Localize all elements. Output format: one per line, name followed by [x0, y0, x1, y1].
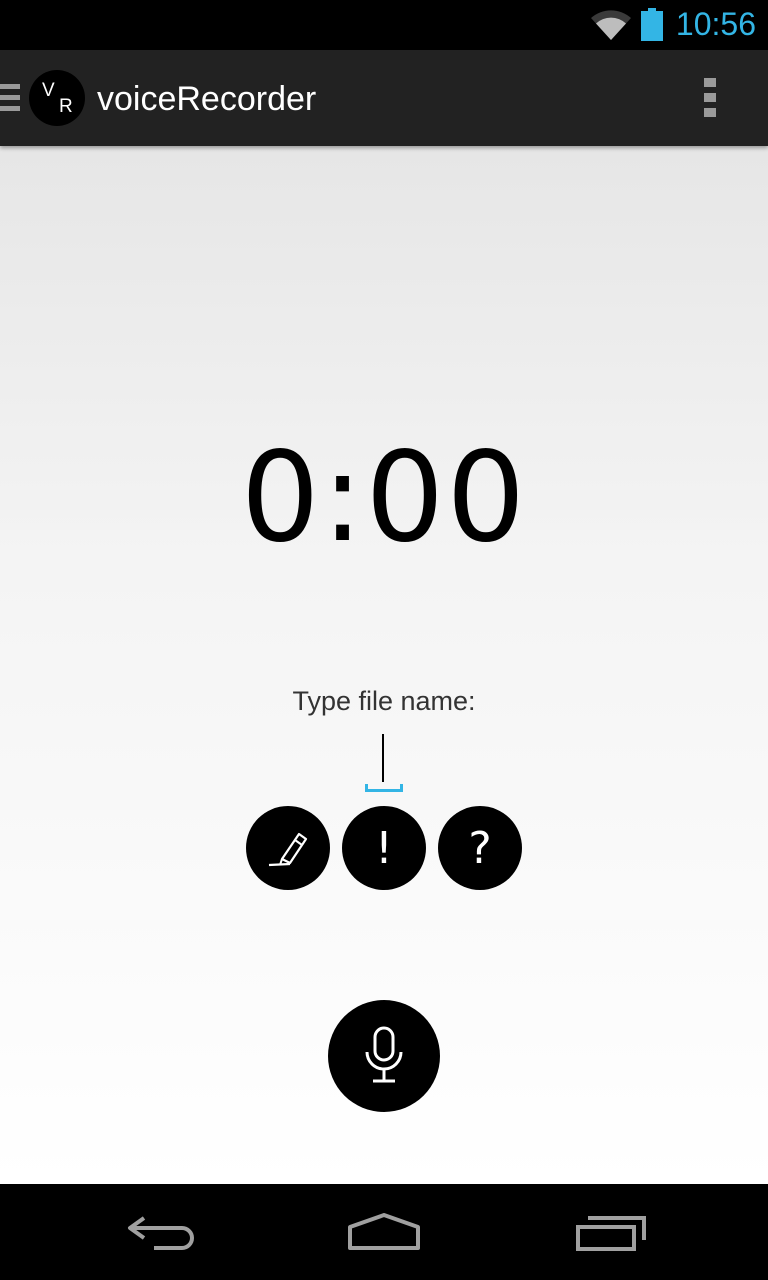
battery-icon — [641, 8, 663, 41]
help-button[interactable]: ? — [438, 806, 522, 890]
record-button[interactable] — [328, 1000, 440, 1112]
app-logo[interactable]: V R — [29, 70, 85, 126]
input-underline — [365, 784, 403, 792]
navigation-bar — [0, 1184, 768, 1280]
status-clock: 10:56 — [675, 6, 756, 42]
status-bar: 10:56 — [0, 0, 768, 50]
important-button[interactable]: ! — [342, 806, 426, 890]
app-title: voiceRecorder — [97, 80, 317, 118]
text-cursor — [382, 734, 384, 782]
recorder-screen: 0:00 Type file name: ! ? — [0, 146, 768, 1184]
action-bar: V R voiceRecorder — [0, 50, 768, 146]
back-icon[interactable] — [122, 1210, 198, 1254]
recording-timer: 0:00 — [240, 426, 528, 570]
wifi-icon — [591, 10, 631, 41]
edit-button[interactable] — [246, 806, 330, 890]
home-icon[interactable] — [346, 1210, 422, 1254]
overflow-menu-icon[interactable] — [704, 78, 720, 120]
filename-label: Type file name: — [292, 686, 476, 716]
filename-input[interactable] — [364, 734, 404, 792]
microphone-icon — [365, 1026, 403, 1083]
logo-letter-v: V — [42, 80, 55, 101]
drawer-menu-icon[interactable] — [0, 84, 20, 114]
pencil-icon — [268, 832, 308, 867]
logo-letter-r: R — [59, 96, 73, 117]
recents-icon[interactable] — [574, 1210, 648, 1254]
